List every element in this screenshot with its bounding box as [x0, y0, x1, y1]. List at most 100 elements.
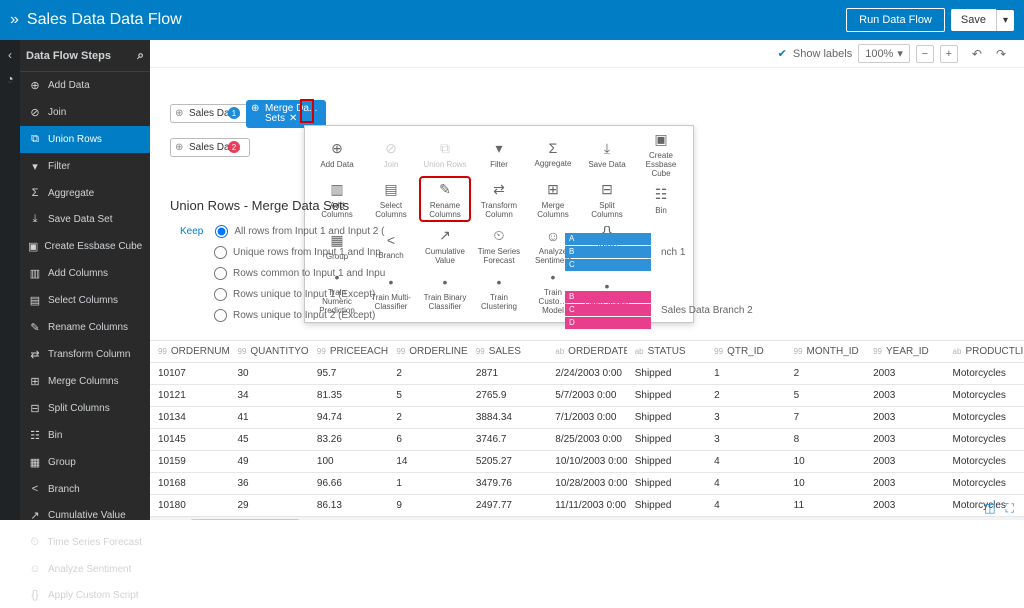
col-ordernumber[interactable]: 99ORDERNUMBER — [150, 341, 229, 363]
step-label: Save Data Set — [48, 214, 112, 225]
flow-canvas[interactable]: Sales Dat... 1 Merge Da...Sets✕ Sales Da… — [150, 68, 1024, 340]
node-merge-sets[interactable]: Merge Da...Sets✕ — [246, 100, 326, 128]
zoom-select[interactable]: 100% ▾ — [858, 44, 910, 63]
nav-chevrons-icon[interactable]: » — [10, 11, 19, 29]
topbar: » Sales Data Data Flow Run Data Flow Sav… — [0, 0, 1024, 40]
union-radio[interactable] — [215, 225, 228, 238]
union-radio[interactable] — [214, 267, 227, 280]
panel-title: Union Rows - Merge Data Sets — [170, 198, 876, 213]
col-orderlinenumber[interactable]: 99ORDERLINENUMBER — [388, 341, 467, 363]
union-option-label: Unique rows from Input 1 and Inp — [233, 247, 381, 258]
col-productline[interactable]: abPRODUCTLINE — [945, 341, 1024, 363]
palette-aggregate[interactable]: ΣAggregate — [529, 132, 577, 174]
cell: 30 — [229, 363, 308, 385]
union-radio[interactable] — [214, 246, 227, 259]
cell: 6 — [388, 429, 467, 451]
show-labels-label[interactable]: Show labels — [793, 48, 852, 60]
chart-toggle-icon[interactable]: ◫ — [984, 501, 995, 516]
cell: 3 — [706, 429, 785, 451]
strip-C: C — [565, 259, 651, 271]
palette-label: Create Essbase Cube — [637, 151, 685, 178]
sidebar-item-filter[interactable]: ▾Filter — [20, 153, 150, 180]
sidebar-item-save-data-set[interactable]: ⤓Save Data Set — [20, 206, 150, 233]
union-radio[interactable] — [214, 288, 227, 301]
table-row[interactable]: 101344194.7423884.347/1/2003 0:00Shipped… — [150, 407, 1024, 429]
sidebar-item-transform-column[interactable]: ⇄Transform Column — [20, 341, 150, 368]
run-data-flow-button[interactable]: Run Data Flow — [846, 8, 945, 32]
union-option-2[interactable]: Rows common to Input 1 and Inpu — [180, 263, 565, 284]
cell: 5 — [786, 385, 865, 407]
step-label: Aggregate — [48, 188, 94, 199]
palette-create-essbase-cube[interactable]: ▣Create Essbase Cube — [637, 132, 685, 174]
col-status[interactable]: abSTATUS — [627, 341, 706, 363]
sidebar-item-time-series-forecast[interactable]: ⏲Time Series Forecast — [20, 529, 150, 556]
union-radio[interactable] — [214, 309, 227, 322]
palette-label: Save Data — [588, 160, 625, 169]
rail-collapse-icon[interactable]: ‹ — [8, 48, 12, 62]
union-option-3[interactable]: Rows unique to Input 1 (Except) — [180, 284, 565, 305]
palette-save-data[interactable]: ⤓Save Data — [583, 132, 631, 174]
sidebar-item-merge-columns[interactable]: ⊞Merge Columns — [20, 368, 150, 395]
redo-button[interactable]: ↷ — [996, 47, 1006, 61]
sidebar-item-create-essbase-cube[interactable]: ▣Create Essbase Cube — [20, 233, 150, 260]
col-sales[interactable]: 99SALES — [468, 341, 547, 363]
union-option-4[interactable]: Rows unique to Input 2 (Except) — [180, 305, 565, 326]
cell: 49 — [229, 451, 308, 473]
sidebar-item-select-columns[interactable]: ▤Select Columns — [20, 287, 150, 314]
cell: 2497.77 — [468, 495, 547, 517]
cell: 2003 — [865, 385, 944, 407]
zoom-in-button[interactable]: + — [940, 45, 958, 63]
cell: 14 — [388, 451, 467, 473]
zoom-out-button[interactable]: − — [916, 45, 934, 63]
cell: 2 — [388, 407, 467, 429]
save-button[interactable]: Save — [951, 9, 996, 31]
search-icon[interactable]: ⌕ — [137, 48, 144, 63]
undo-button[interactable]: ↶ — [972, 47, 982, 61]
sidebar-item-join[interactable]: ⊘Join — [20, 99, 150, 126]
table-row[interactable]: 101683696.6613479.7610/28/2003 0:00Shipp… — [150, 473, 1024, 495]
col-quantityordered[interactable]: 99QUANTITYORDERED — [229, 341, 308, 363]
col-month_id[interactable]: 99MONTH_ID — [786, 341, 865, 363]
show-labels-check-icon[interactable]: ✔ — [778, 47, 787, 60]
col-year_id[interactable]: 99YEAR_ID — [865, 341, 944, 363]
table-row[interactable]: 101073095.7228712/24/2003 0:00Shipped122… — [150, 363, 1024, 385]
save-dropdown-button[interactable]: ▾ — [996, 10, 1014, 31]
palette-filter[interactable]: ▾Filter — [475, 132, 523, 174]
cell: 2765.9 — [468, 385, 547, 407]
sidebar-item-add-columns[interactable]: ▥Add Columns — [20, 260, 150, 287]
type-icon: 99 — [237, 347, 246, 356]
sidebar-item-branch[interactable]: <Branch — [20, 476, 150, 502]
cell: 10/10/2003 0:00 — [547, 451, 626, 473]
type-icon: 99 — [396, 347, 405, 356]
col-orderdate[interactable]: abORDERDATE — [547, 341, 626, 363]
table-row[interactable]: 101213481.3552765.95/7/2003 0:00Shipped2… — [150, 385, 1024, 407]
palette-join: ⊘Join — [367, 132, 415, 174]
sidebar-item-bin[interactable]: ☷Bin — [20, 422, 150, 449]
step-label: Bin — [48, 430, 62, 441]
table-row[interactable]: 101802986.1392497.7711/11/2003 0:00Shipp… — [150, 495, 1024, 517]
sidebar-item-add-data[interactable]: ⊕Add Data — [20, 72, 150, 99]
close-icon[interactable]: ✕ — [289, 113, 297, 124]
col-qtr_id[interactable]: 99QTR_ID — [706, 341, 785, 363]
palette-union-rows: ⧉Union Rows — [421, 132, 469, 174]
expand-icon[interactable]: ⛶ — [1006, 501, 1014, 516]
table-row[interactable]: 101454583.2663746.78/25/2003 0:00Shipped… — [150, 429, 1024, 451]
col-priceeach[interactable]: 99PRICEEACH — [309, 341, 388, 363]
union-option-1[interactable]: Unique rows from Input 1 and Inp — [180, 242, 565, 263]
sidebar-item-rename-columns[interactable]: ✎Rename Columns — [20, 314, 150, 341]
palette-add-data[interactable]: ⊕Add Data — [313, 132, 361, 174]
sidebar-item-analyze-sentiment[interactable]: ☺Analyze Sentiment — [20, 556, 150, 582]
sidebar-item-union-rows[interactable]: ⧉Union Rows — [20, 126, 150, 153]
sidebar-item-split-columns[interactable]: ⊟Split Columns — [20, 395, 150, 422]
sidebar-item-aggregate[interactable]: ΣAggregate — [20, 180, 150, 206]
rail-db-icon[interactable]: ◔ — [6, 72, 13, 86]
cell: 34 — [229, 385, 308, 407]
sidebar-item-cumulative-value[interactable]: ↗Cumulative Value — [20, 502, 150, 529]
sidebar-item-apply-custom-script[interactable]: {}Apply Custom Script — [20, 582, 150, 608]
canvas-toolbar: ✔ Show labels 100% ▾ − + ↶ ↷ — [150, 40, 1024, 68]
sidebar-item-group[interactable]: ▦Group — [20, 449, 150, 476]
table-row[interactable]: 1015949100145205.2710/10/2003 0:00Shippe… — [150, 451, 1024, 473]
cell: 4 — [706, 451, 785, 473]
union-option-0[interactable]: KeepAll rows from Input 1 and Input 2 ( — [180, 221, 565, 242]
cell: Shipped — [627, 407, 706, 429]
